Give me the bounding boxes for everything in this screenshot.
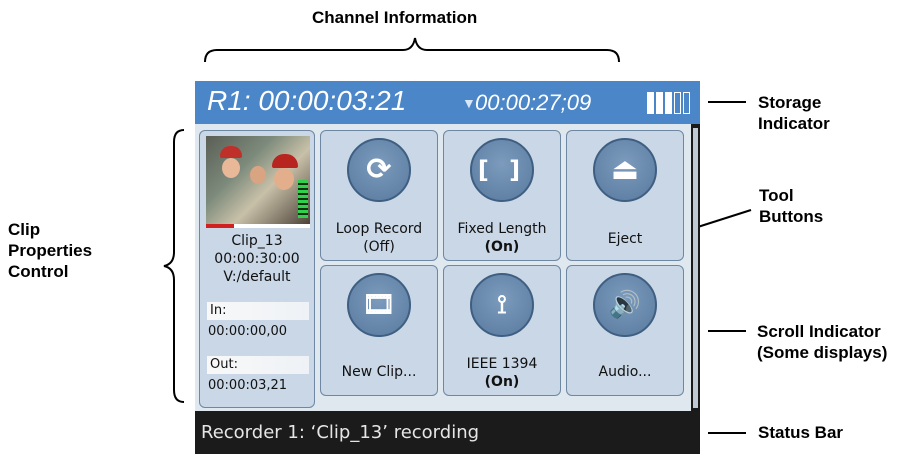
- storage-indicator: [647, 92, 693, 114]
- channel-info-bar: R1: 00:00:03:21 ▼ 00:00:27;09: [195, 81, 700, 124]
- clip-name: Clip_13: [231, 233, 283, 249]
- out-label: Out:: [207, 356, 309, 374]
- clip-thumbnail: [206, 136, 310, 224]
- record-timecode: R1: 00:00:03:21: [207, 85, 407, 116]
- storage-bar: [674, 92, 681, 114]
- clip-properties-brace: [163, 129, 185, 403]
- storage-bar: [683, 92, 690, 114]
- remaining-timecode: 00:00:27;09: [475, 90, 592, 115]
- tool-buttons-callout: Tool Buttons: [759, 186, 824, 226]
- new-clip-icon: 🎞: [347, 273, 411, 337]
- clip-duration: 00:00:30:00: [214, 251, 300, 267]
- status-bar: Recorder 1: ‘Clip_13’ recording: [195, 411, 700, 454]
- tool-label: Eject: [607, 231, 643, 247]
- storage-bar: [656, 92, 663, 114]
- eject-button[interactable]: ⏏ Eject: [566, 130, 684, 261]
- out-value[interactable]: 00:00:03,21: [208, 378, 287, 393]
- tool-label: Loop Record: [335, 221, 423, 237]
- scroll-thumb[interactable]: [693, 128, 698, 408]
- loop-record-button[interactable]: ⟳ Loop Record (Off): [320, 130, 438, 261]
- tool-panel: Clip_13 00:00:30:00 V:/default In: 00:00…: [195, 124, 691, 411]
- scroll-indicator[interactable]: [691, 124, 700, 411]
- clip-properties-control[interactable]: Clip_13 00:00:30:00 V:/default In: 00:00…: [199, 130, 315, 408]
- storage-bar: [647, 92, 654, 114]
- tool-state: (On): [484, 374, 520, 390]
- scroll-indicator-callout: Scroll Indicator (Some displays): [757, 322, 888, 362]
- clip-properties-control-callout: Clip Properties Control: [8, 220, 93, 281]
- speaker-icon: 🔊: [593, 273, 657, 337]
- loop-icon: ⟳: [347, 138, 411, 202]
- storage-indicator-callout: Storage Indicator: [758, 93, 830, 133]
- down-arrow-icon: ▼: [462, 95, 476, 111]
- status-bar-callout: Status Bar: [758, 423, 844, 442]
- status-bar-leader: [708, 432, 746, 434]
- channel-information-brace: [204, 37, 620, 63]
- audio-level-meter: [298, 180, 308, 218]
- tool-state: (On): [484, 239, 520, 255]
- tool-label: New Clip...: [341, 364, 417, 380]
- scroll-indicator-leader: [708, 330, 746, 332]
- status-text: Recorder 1: ‘Clip_13’ recording: [201, 422, 480, 443]
- tool-state: (Off): [363, 239, 395, 255]
- tool-label: Fixed Length: [457, 221, 547, 237]
- tool-label: Audio...: [598, 364, 652, 380]
- firewire-icon: ⟟: [470, 273, 534, 337]
- storage-indicator-leader: [708, 101, 746, 103]
- in-label: In:: [207, 302, 309, 320]
- audio-button[interactable]: 🔊 Audio...: [566, 265, 684, 396]
- tool-label: IEEE 1394: [466, 356, 538, 372]
- clip-progress-bar: [206, 224, 310, 228]
- channel-information-callout: Channel Information: [312, 8, 478, 27]
- recorder-screen: R1: 00:00:03:21 ▼ 00:00:27;09 Clip_13 00…: [195, 81, 700, 454]
- clip-location: V:/default: [223, 269, 291, 285]
- fixed-length-icon: [ ]: [470, 138, 534, 202]
- fixed-length-button[interactable]: [ ] Fixed Length (On): [443, 130, 561, 261]
- storage-bar: [665, 92, 672, 114]
- ieee-1394-button[interactable]: ⟟ IEEE 1394 (On): [443, 265, 561, 396]
- eject-icon: ⏏: [593, 138, 657, 202]
- in-value[interactable]: 00:00:00,00: [208, 324, 287, 339]
- new-clip-button[interactable]: 🎞 New Clip...: [320, 265, 438, 396]
